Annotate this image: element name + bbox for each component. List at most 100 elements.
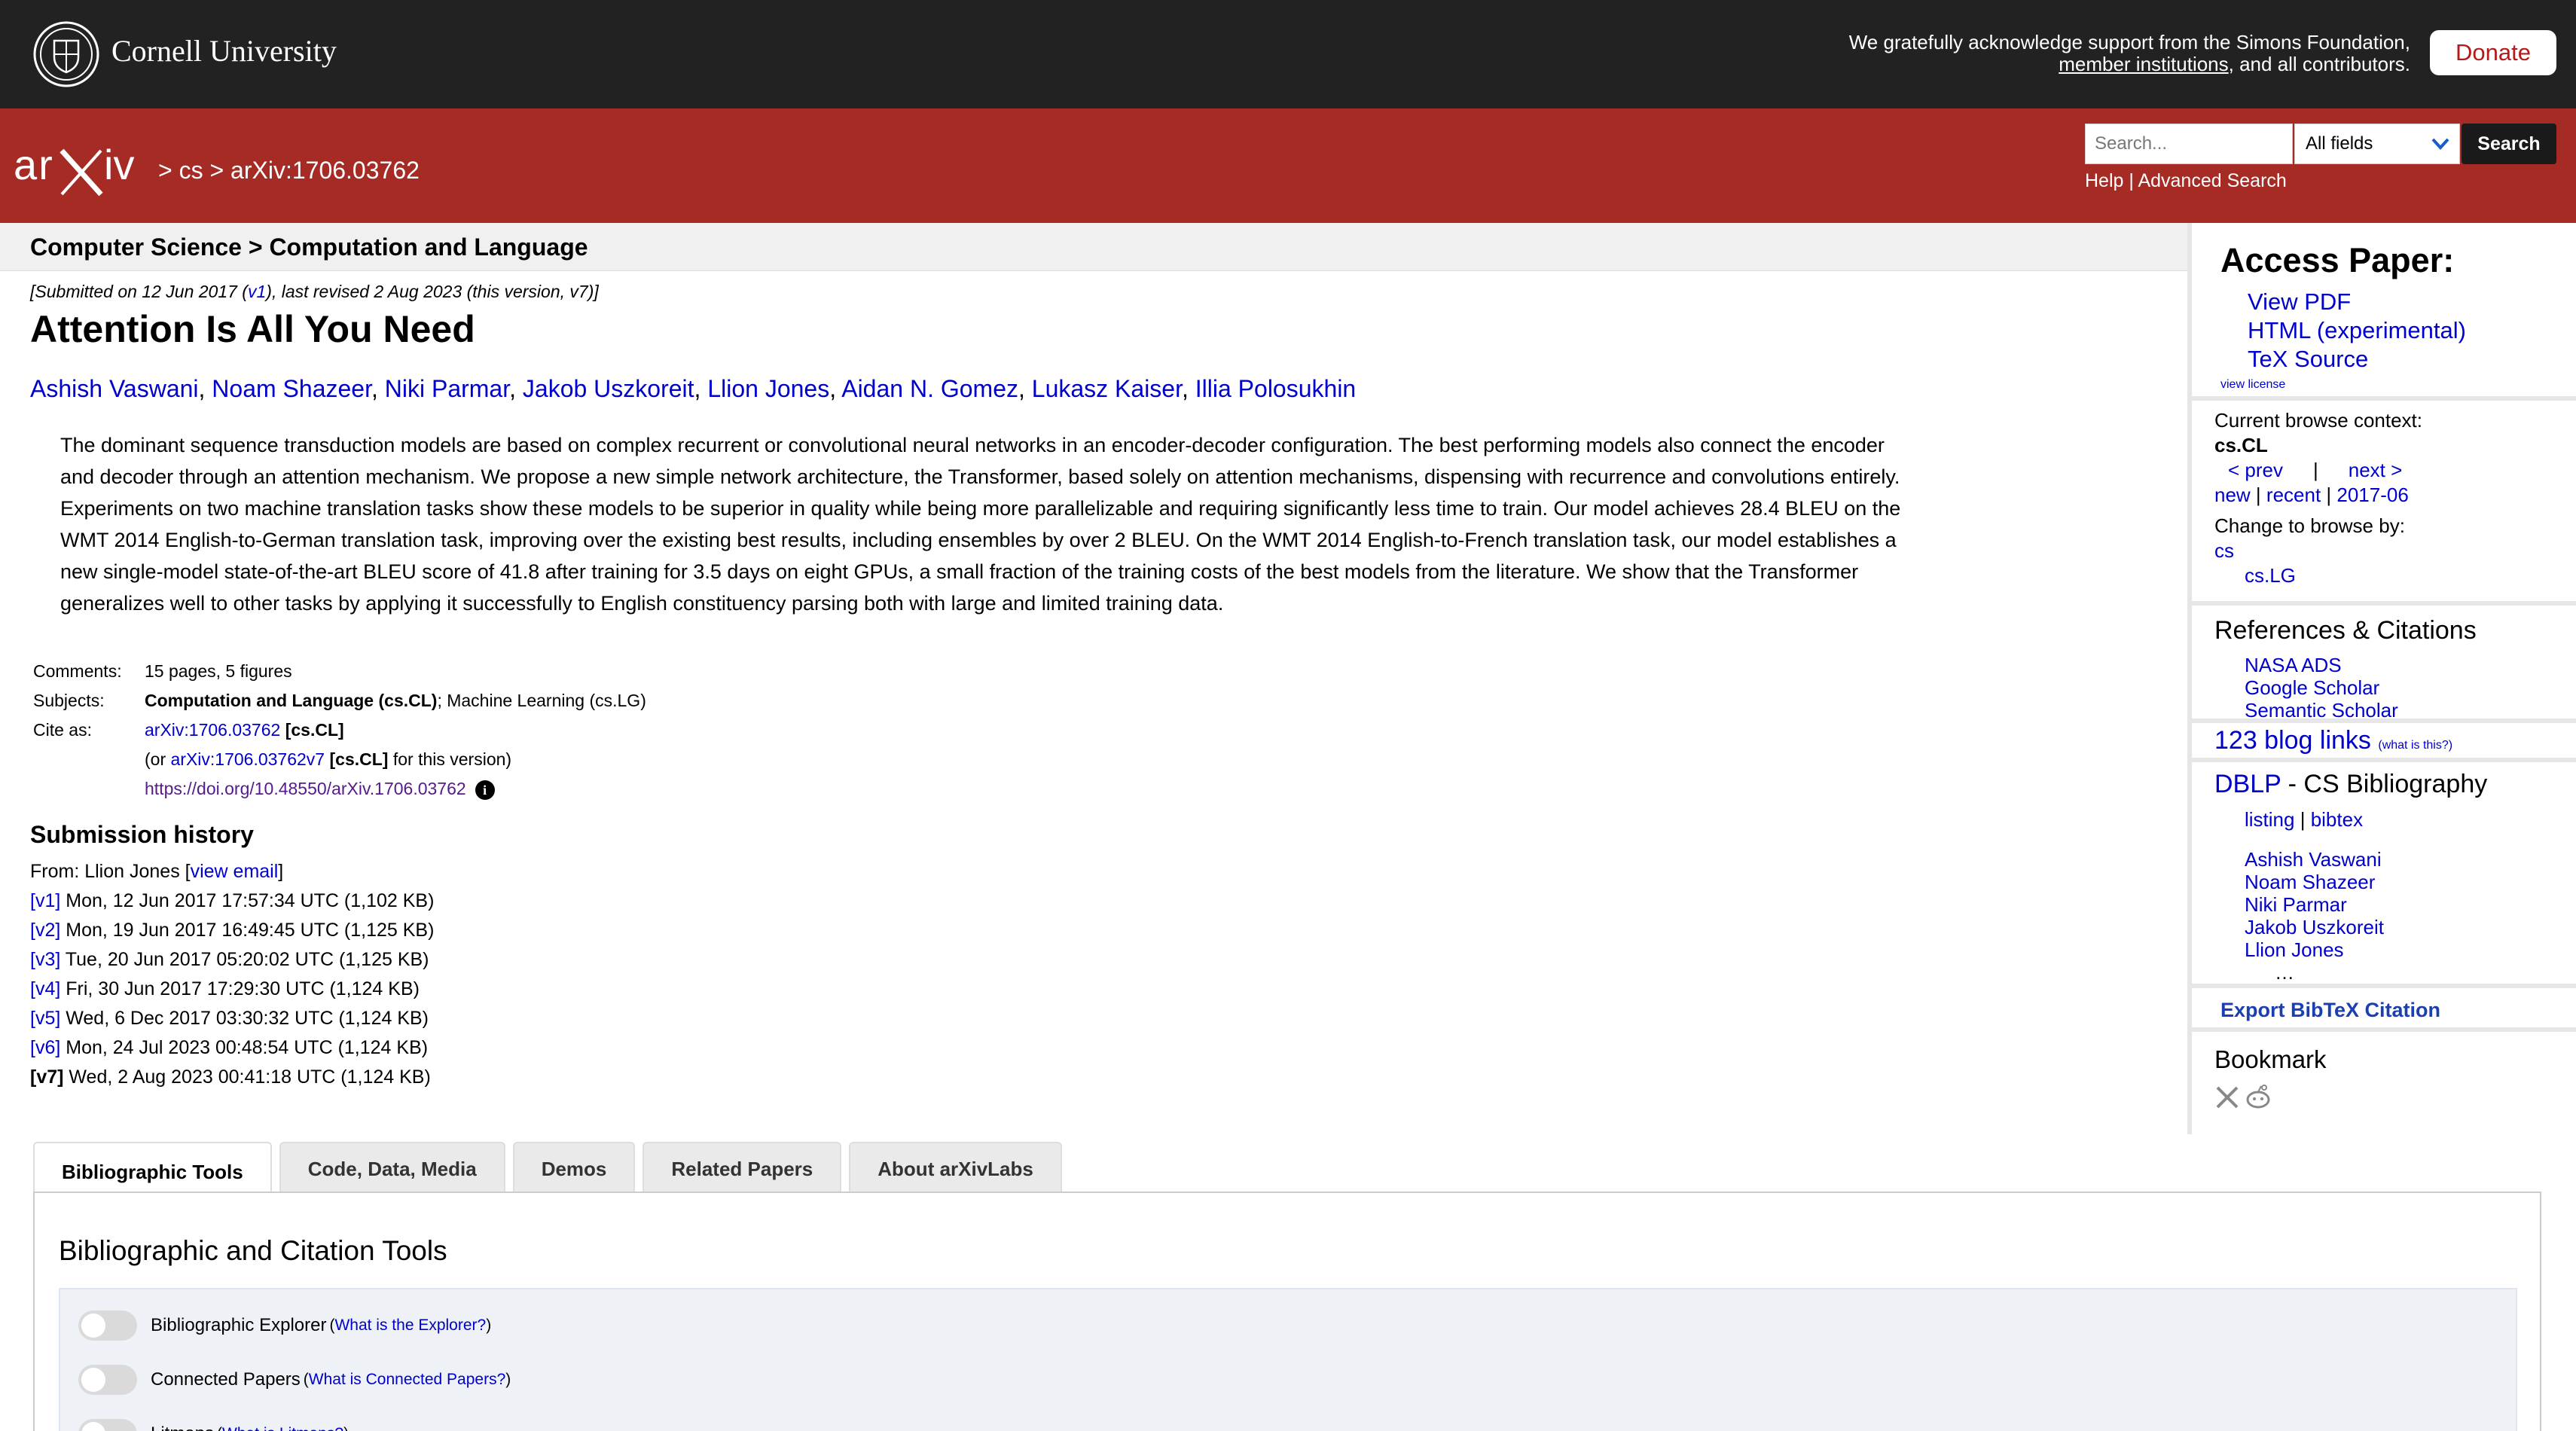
version-link[interactable]: [v1] (30, 890, 60, 911)
member-institutions-link[interactable]: member institutions (2059, 53, 2228, 75)
author-link[interactable]: Jakob Uszkoreit (523, 375, 694, 402)
search-input[interactable]: Search... (2085, 124, 2293, 164)
version-details: Wed, 2 Aug 2023 00:41:18 UTC (1,124 KB) (63, 1066, 431, 1088)
bibsonomy-icon[interactable] (2216, 1086, 2239, 1109)
author-separator: , (829, 375, 842, 402)
chevron-down-icon (2431, 138, 2449, 150)
panel-title: Bibliographic and Citation Tools (59, 1235, 447, 1266)
blog-links-link[interactable]: 123 blog links (2214, 726, 2371, 755)
prev-link[interactable]: < prev (2228, 459, 2283, 481)
access-paper-section: Access Paper: View PDF HTML (experimenta… (2192, 223, 2576, 401)
author-link[interactable]: Ashish Vaswani (30, 375, 199, 402)
tab-code-data-media[interactable]: Code, Data, Media (279, 1142, 505, 1193)
export-section: Export BibTeX Citation (2192, 988, 2576, 1032)
info-icon[interactable]: i (475, 780, 495, 800)
browse-cs-link[interactable]: cs (2214, 539, 2234, 562)
html-experimental-link[interactable]: HTML (experimental) (2248, 317, 2466, 343)
arxiv-logo-icon[interactable]: ar iv (12, 136, 155, 200)
from-text: From: Llion Jones [ (30, 861, 191, 882)
dblp-bibtex-link[interactable]: bibtex (2311, 808, 2363, 831)
university-name[interactable]: Cornell University (111, 33, 337, 69)
author-link[interactable]: Illia Polosukhin (1195, 375, 1356, 402)
dblp-listing-link[interactable]: listing (2245, 808, 2294, 831)
dblp-author-link[interactable]: Noam Shazeer (2245, 871, 2375, 893)
semantic-scholar-link[interactable]: Semantic Scholar (2245, 699, 2398, 722)
tool-name: Litmaps (151, 1423, 214, 1431)
dblp-link[interactable]: DBLP (2214, 770, 2281, 798)
tool-name: Bibliographic Explorer (151, 1315, 327, 1335)
author-separator: , (509, 375, 523, 402)
help-link[interactable]: Help (2085, 170, 2123, 191)
view-pdf-link[interactable]: View PDF (2248, 288, 2351, 315)
submission-dateline: [Submitted on 12 Jun 2017 (v1), last rev… (30, 282, 599, 302)
litmaps-toggle[interactable] (78, 1419, 137, 1431)
view-license-link[interactable]: view license (2220, 378, 2285, 392)
author-separator: , (1018, 375, 1032, 402)
next-link[interactable]: next > (2349, 459, 2403, 481)
version-link[interactable]: [v5] (30, 1008, 60, 1029)
tab-demos[interactable]: Demos (512, 1142, 636, 1193)
month-link[interactable]: 2017-06 (2336, 484, 2408, 506)
version-details: Fri, 30 Jun 2017 17:29:30 UTC (1,124 KB) (60, 978, 420, 999)
author-link[interactable]: Lukasz Kaiser (1032, 375, 1182, 402)
whats-this-link[interactable]: (what is this?) (2378, 739, 2452, 752)
recent-link[interactable]: recent (2266, 484, 2321, 506)
subject-header: Computer Science > Computation and Langu… (0, 223, 2189, 271)
metadata-table: Comments: 15 pages, 5 figures Subjects: Co… (33, 657, 646, 804)
view-email-link[interactable]: view email (191, 861, 279, 882)
cite-v7-link[interactable]: arXiv:1706.03762v7 (171, 749, 325, 769)
tab-related-papers[interactable]: Related Papers (642, 1142, 842, 1193)
tab-bibliographic-tools[interactable]: Bibliographic Tools (33, 1142, 272, 1193)
version-link: [v7] (30, 1066, 64, 1088)
version-row: [v6] Mon, 24 Jul 2023 00:48:54 UTC (1,12… (30, 1033, 434, 1063)
tex-source-link[interactable]: TeX Source (2248, 346, 2368, 372)
search-button[interactable]: Search (2462, 124, 2556, 164)
cite-id-link[interactable]: arXiv:1706.03762 (145, 720, 280, 740)
access-paper-title: Access Paper: (2220, 241, 2455, 279)
version-row: [v5] Wed, 6 Dec 2017 03:30:32 UTC (1,124… (30, 1004, 434, 1033)
breadcrumb[interactable]: > cs > arXiv:1706.03762 (158, 157, 420, 185)
author-link[interactable]: Niki Parmar (385, 375, 509, 402)
primary-subject: Computation and Language (cs.CL) (145, 691, 438, 710)
version-row: [v4] Fri, 30 Jun 2017 17:29:30 UTC (1,12… (30, 975, 434, 1004)
dblp-author-link[interactable]: Ashish Vaswani (2245, 848, 2382, 871)
tool-help-link[interactable]: What is Connected Papers? (309, 1371, 505, 1388)
new-link[interactable]: new (2214, 484, 2251, 506)
dateline-v1-link[interactable]: v1 (248, 282, 266, 301)
references-section: References & Citations NASA ADS Google S… (2192, 606, 2576, 723)
dblp-author-link[interactable]: Llion Jones (2245, 938, 2344, 961)
google-scholar-link[interactable]: Google Scholar (2245, 676, 2379, 699)
reddit-icon[interactable] (2246, 1085, 2270, 1109)
connected-papers-toggle[interactable] (78, 1365, 137, 1395)
advanced-search-link[interactable]: Advanced Search (2138, 170, 2286, 191)
author-link[interactable]: Llion Jones (707, 375, 829, 402)
donate-button[interactable]: Donate (2430, 30, 2556, 75)
tool-help-link[interactable]: What is Litmaps? (222, 1425, 343, 1431)
version-details: Mon, 24 Jul 2023 00:48:54 UTC (1,124 KB) (60, 1037, 429, 1058)
labs-tabs: Bibliographic Tools Code, Data, Media De… (33, 1142, 1070, 1193)
version-link[interactable]: [v2] (30, 920, 60, 941)
author-link[interactable]: Aidan N. Gomez (841, 375, 1018, 402)
version-link[interactable]: [v3] (30, 949, 60, 970)
author-list: Ashish Vaswani, Noam Shazeer, Niki Parma… (30, 375, 1356, 403)
secondary-subjects: ; Machine Learning (cs.LG) (437, 691, 646, 710)
abstract-line: and decoder through an attention mechani… (60, 465, 1900, 488)
version-link[interactable]: [v6] (30, 1037, 60, 1058)
export-bibtex-link[interactable]: Export BibTeX Citation (2220, 999, 2440, 1022)
search-field-select[interactable]: All fields (2294, 124, 2460, 164)
tab-about-arxivlabs[interactable]: About arXivLabs (849, 1142, 1062, 1193)
nasa-ads-link[interactable]: NASA ADS (2245, 654, 2342, 676)
bibliographic-explorer-toggle[interactable] (78, 1310, 137, 1341)
version-link[interactable]: [v4] (30, 978, 60, 999)
author-separator: , (371, 375, 385, 402)
cornell-seal-icon[interactable] (32, 20, 101, 89)
cite-or: (or (145, 749, 171, 769)
dblp-author-link[interactable]: Niki Parmar (2245, 893, 2347, 916)
dblp-author-link[interactable]: Jakob Uszkoreit (2245, 916, 2384, 938)
browse-cslg-link[interactable]: cs.LG (2245, 564, 2296, 587)
author-link[interactable]: Noam Shazeer (212, 375, 371, 402)
doi-link[interactable]: https://doi.org/10.48550/arXiv.1706.0376… (145, 779, 466, 798)
search-field-value: All fields (2306, 133, 2373, 154)
version-row: [v3] Tue, 20 Jun 2017 05:20:02 UTC (1,12… (30, 945, 434, 975)
tool-help-link[interactable]: What is the Explorer? (334, 1317, 486, 1334)
